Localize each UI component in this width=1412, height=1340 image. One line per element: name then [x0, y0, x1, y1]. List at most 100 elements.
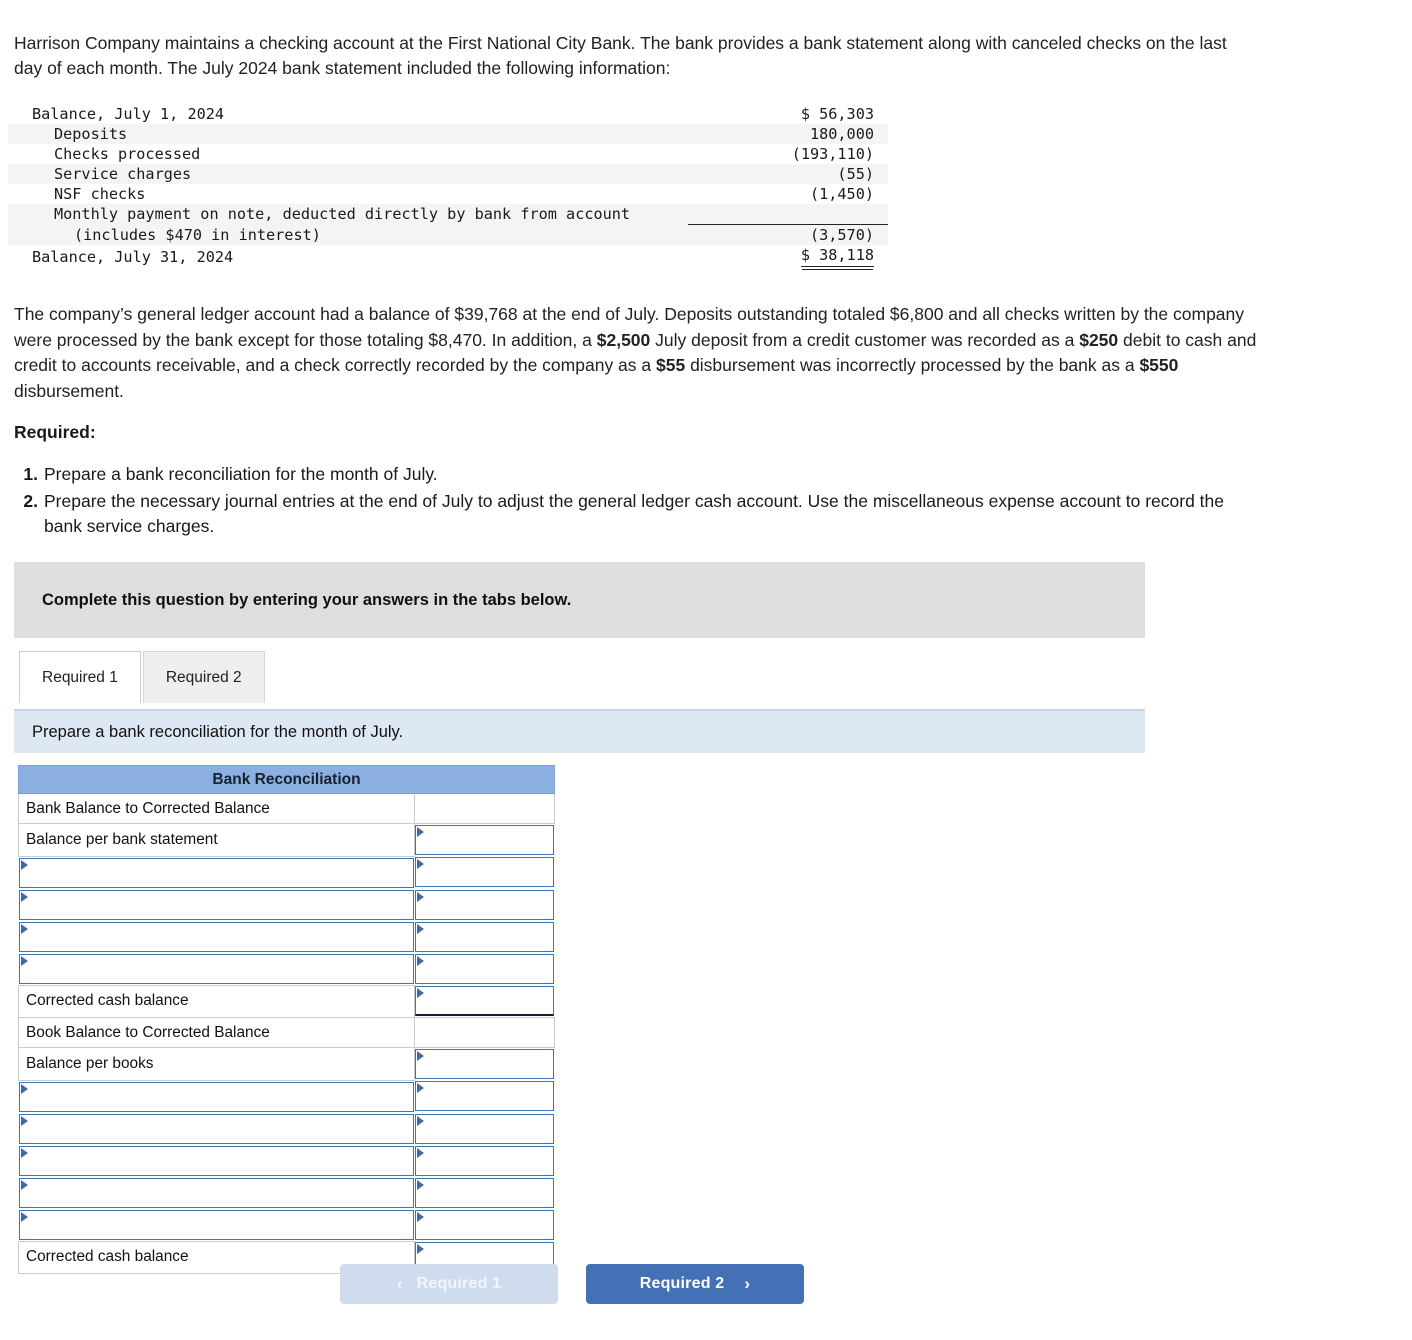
- dropdown-marker-icon: [20, 1179, 28, 1190]
- required-heading: Required:: [14, 422, 96, 442]
- statement-row-amount: (3,570): [688, 223, 888, 245]
- recon-amount-cell: [414, 1145, 555, 1177]
- recon-row-label: Bank Balance to Corrected Balance: [18, 793, 415, 824]
- recon-amount-cell: [414, 889, 555, 921]
- statement-row-amount: [688, 204, 888, 224]
- required-item-number: 1.: [23, 464, 38, 484]
- recon-description-input[interactable]: [18, 1081, 414, 1112]
- recon-description-input[interactable]: [18, 889, 414, 920]
- recon-description-input[interactable]: [18, 1145, 414, 1176]
- recon-amount-input[interactable]: [415, 825, 554, 855]
- recon-description-input[interactable]: [18, 857, 414, 888]
- previous-required-label: Required 1: [416, 1275, 502, 1292]
- statement-row-label: Balance, July 1, 2024: [32, 105, 225, 123]
- recon-row-label: Balance per bank statement: [18, 823, 415, 857]
- dropdown-marker-icon: [416, 923, 424, 934]
- dropdown-marker-icon: [416, 891, 424, 902]
- recon-description-input[interactable]: [18, 1209, 414, 1240]
- statement-row: (includes $470 in interest) (3,570): [8, 223, 888, 245]
- highlighted-amount: $55: [656, 355, 686, 375]
- recon-amount-input[interactable]: [414, 889, 554, 920]
- recon-row: Balance per bank statement: [18, 823, 555, 857]
- recon-row: [18, 1209, 555, 1242]
- statement-row-label: NSF checks: [54, 185, 146, 203]
- dropdown-marker-icon: [20, 1211, 28, 1222]
- recon-amount-input[interactable]: [415, 986, 554, 1016]
- statement-row-label: Balance, July 31, 2024: [32, 247, 234, 266]
- dropdown-marker-icon: [416, 955, 424, 966]
- recon-amount-input[interactable]: [414, 1113, 554, 1144]
- recon-row: Balance per books: [18, 1047, 555, 1081]
- recon-description-cell: [18, 1080, 415, 1113]
- chevron-right-icon: ›: [744, 1274, 751, 1293]
- statement-row-amount: 180,000: [688, 124, 888, 144]
- recon-row-label: Corrected cash balance: [18, 984, 415, 1018]
- dropdown-marker-icon: [416, 1083, 424, 1094]
- recon-amount-cell: [414, 1177, 555, 1209]
- statement-row-amount: (55): [688, 164, 888, 184]
- highlighted-amount: $550: [1139, 355, 1179, 375]
- recon-row: [18, 856, 555, 889]
- dropdown-marker-icon: [416, 1147, 424, 1158]
- navigation-buttons: ‹ Required 1 Required 2 ›: [340, 1264, 804, 1304]
- tab-label: Required 2: [165, 668, 242, 686]
- dropdown-marker-icon: [416, 1115, 424, 1126]
- next-required-button[interactable]: Required 2 ›: [586, 1264, 804, 1304]
- required-item: 1. Prepare a bank reconciliation for the …: [14, 462, 1234, 488]
- recon-amount-input[interactable]: [414, 953, 554, 984]
- recon-row: Book Balance to Corrected Balance: [18, 1017, 555, 1048]
- bank-statement-body: Balance, July 1, 2024 $ 56,303 Deposits 180…: [8, 104, 888, 267]
- dropdown-marker-icon: [20, 1115, 28, 1126]
- recon-empty-cell: [414, 793, 555, 824]
- recon-description-cell: [18, 1145, 415, 1177]
- dropdown-marker-icon: [20, 891, 28, 902]
- dropdown-marker-icon: [417, 1244, 424, 1254]
- dropdown-marker-icon: [20, 923, 28, 934]
- recon-amount-input[interactable]: [414, 1081, 554, 1112]
- recon-description-cell: [18, 953, 415, 986]
- paragraph-text: July deposit from a credit customer was …: [650, 329, 1080, 350]
- recon-amount-cell: [414, 856, 555, 889]
- recon-header-row: Bank Reconciliation: [18, 765, 555, 794]
- recon-row-label: Balance per books: [18, 1047, 415, 1081]
- recon-amount-cell: [415, 985, 555, 1018]
- recon-row: [18, 1145, 555, 1177]
- recon-description-cell: [18, 856, 415, 889]
- recon-amount-cell: [414, 1209, 555, 1242]
- statement-row: NSF checks (1,450): [8, 184, 888, 204]
- recon-description-cell: [18, 1209, 415, 1242]
- recon-description-cell: [18, 1113, 415, 1145]
- recon-amount-input[interactable]: [414, 1177, 554, 1208]
- dropdown-marker-icon: [416, 1211, 424, 1222]
- recon-amount-input[interactable]: [415, 1049, 554, 1079]
- prompt-text: Prepare a bank reconciliation for the mo…: [32, 722, 404, 741]
- bank-reconciliation-table: Bank Reconciliation Bank Balance to Corr…: [18, 765, 555, 1274]
- recon-title: Bank Reconciliation: [18, 765, 555, 794]
- statement-row: Checks processed (193,110): [8, 144, 888, 164]
- previous-required-button[interactable]: ‹ Required 1: [340, 1264, 558, 1304]
- tab-required-2[interactable]: Required 2: [142, 651, 265, 703]
- recon-description-input[interactable]: [18, 1177, 414, 1208]
- recon-row-label: Book Balance to Corrected Balance: [18, 1017, 415, 1048]
- dropdown-marker-icon: [417, 1051, 424, 1061]
- recon-description-input[interactable]: [18, 1113, 414, 1144]
- chevron-left-icon: ‹: [396, 1274, 403, 1293]
- dropdown-marker-icon: [20, 955, 28, 966]
- recon-description-input[interactable]: [18, 921, 414, 952]
- recon-amount-input[interactable]: [414, 921, 554, 952]
- highlighted-amount: $2,500: [596, 329, 651, 350]
- tab-required-1[interactable]: Required 1: [19, 651, 141, 703]
- paragraph-text: disbursement was incorrectly processed b…: [685, 355, 1140, 375]
- requirement-tabs: Required 1 Required 2: [19, 648, 267, 703]
- recon-row: Bank Balance to Corrected Balance: [18, 793, 555, 824]
- paragraph-text: disbursement.: [14, 380, 124, 401]
- recon-amount-input[interactable]: [414, 1145, 554, 1176]
- recon-row: [18, 1177, 555, 1209]
- highlighted-amount: $250: [1079, 329, 1119, 350]
- recon-amount-input[interactable]: [414, 1209, 554, 1240]
- recon-amount-cell: [414, 921, 555, 953]
- recon-amount-input[interactable]: [414, 857, 554, 888]
- statement-row-label: Monthly payment on note, deducted direct…: [8, 204, 688, 224]
- recon-amount-cell: [414, 953, 555, 986]
- recon-description-input[interactable]: [18, 953, 414, 984]
